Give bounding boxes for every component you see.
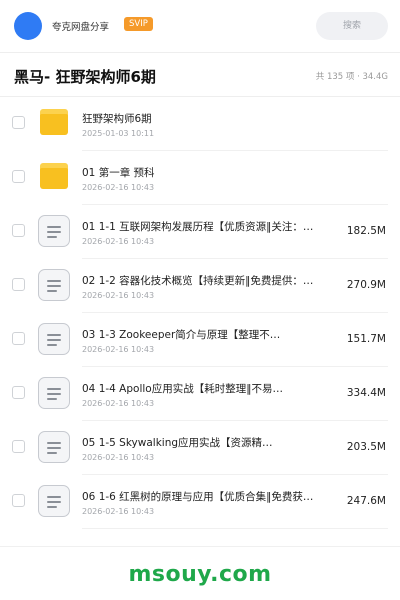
item-checkbox[interactable] xyxy=(12,332,25,345)
item-name: 01 第一章 预科 xyxy=(82,167,155,179)
document-icon xyxy=(38,431,70,463)
item-size: 203.5M xyxy=(346,441,386,453)
document-icon xyxy=(38,377,70,409)
item-name: 06 1-6 红黑树的原理与应用【优质合集‖免费获… xyxy=(82,491,314,503)
page-title: 黑马- 狂野架构师6期 xyxy=(14,68,156,86)
list-item-file[interactable]: 01 1-1 互联网架构发展历程【优质资源‖关注：… 2026-02-16 10… xyxy=(0,205,400,259)
list-item-file[interactable]: 03 1-3 Zookeeper简介与原理【整理不… 2026-02-16 10… xyxy=(0,313,400,367)
document-icon xyxy=(38,269,70,301)
item-name: 01 1-1 互联网架构发展历程【优质资源‖关注：… xyxy=(82,221,314,233)
folder-icon xyxy=(40,163,68,189)
item-size: 334.4M xyxy=(346,387,386,399)
item-date: 2026-02-16 10:43 xyxy=(82,183,155,192)
search-button[interactable]: 搜索 xyxy=(316,12,388,40)
item-checkbox[interactable] xyxy=(12,440,25,453)
item-date: 2026-02-16 10:43 xyxy=(82,345,155,354)
item-checkbox[interactable] xyxy=(12,386,25,399)
item-checkbox[interactable] xyxy=(12,278,25,291)
folder-title-row: 黑马- 狂野架构师6期 共 135 项 · 34.4G xyxy=(0,53,400,97)
item-date: 2026-02-16 10:43 xyxy=(82,291,155,300)
folder-icon xyxy=(40,109,68,135)
item-checkbox[interactable] xyxy=(12,494,25,507)
item-checkbox[interactable] xyxy=(12,170,25,183)
item-date: 2026-02-16 10:43 xyxy=(82,399,155,408)
item-checkbox[interactable] xyxy=(12,116,25,129)
watermark-text: msouy.com xyxy=(128,562,272,587)
top-bar: 夸克网盘分享 SVIP 搜索 xyxy=(0,0,400,52)
item-checkbox[interactable] xyxy=(12,224,25,237)
list-item-file[interactable]: 02 1-2 容器化技术概览【持续更新‖免费提供：… 2026-02-16 10… xyxy=(0,259,400,313)
item-date: 2025-01-03 10:11 xyxy=(82,129,155,138)
item-date: 2026-02-16 10:43 xyxy=(82,237,155,246)
item-name: 02 1-2 容器化技术概览【持续更新‖免费提供：… xyxy=(82,275,314,287)
list-item-file[interactable]: 04 1-4 Apollo应用实战【耗时整理‖不易… 2026-02-16 10… xyxy=(0,367,400,421)
list-item-folder[interactable]: 01 第一章 预科 2026-02-16 10:43 xyxy=(0,151,400,205)
item-name: 05 1-5 Skywalking应用实战【资源精… xyxy=(82,437,273,449)
share-name: 夸克网盘分享 xyxy=(52,22,110,33)
item-name: 04 1-4 Apollo应用实战【耗时整理‖不易… xyxy=(82,383,283,395)
document-icon xyxy=(38,485,70,517)
list-item-folder[interactable]: 狂野架构师6期 2025-01-03 10:11 xyxy=(0,97,400,151)
item-name: 03 1-3 Zookeeper简介与原理【整理不… xyxy=(82,329,281,341)
item-size: 182.5M xyxy=(346,225,386,237)
list-bottom-divider xyxy=(0,546,400,547)
file-list: 狂野架构师6期 2025-01-03 10:11 01 第一章 预科 2026-… xyxy=(0,97,400,529)
svip-badge: SVIP xyxy=(124,17,153,31)
item-date: 2026-02-16 10:43 xyxy=(82,453,155,462)
folder-summary: 共 135 项 · 34.4G xyxy=(315,72,388,82)
list-item-file[interactable]: 06 1-6 红黑树的原理与应用【优质合集‖免费获… 2026-02-16 10… xyxy=(0,475,400,529)
document-icon xyxy=(38,323,70,355)
item-size: 151.7M xyxy=(346,333,386,345)
item-size: 247.6M xyxy=(346,495,386,507)
item-size: 270.9M xyxy=(346,279,386,291)
avatar[interactable] xyxy=(14,12,42,40)
item-name: 狂野架构师6期 xyxy=(82,113,152,125)
list-item-file[interactable]: 05 1-5 Skywalking应用实战【资源精… 2026-02-16 10… xyxy=(0,421,400,475)
item-date: 2026-02-16 10:43 xyxy=(82,507,155,516)
document-icon xyxy=(38,215,70,247)
